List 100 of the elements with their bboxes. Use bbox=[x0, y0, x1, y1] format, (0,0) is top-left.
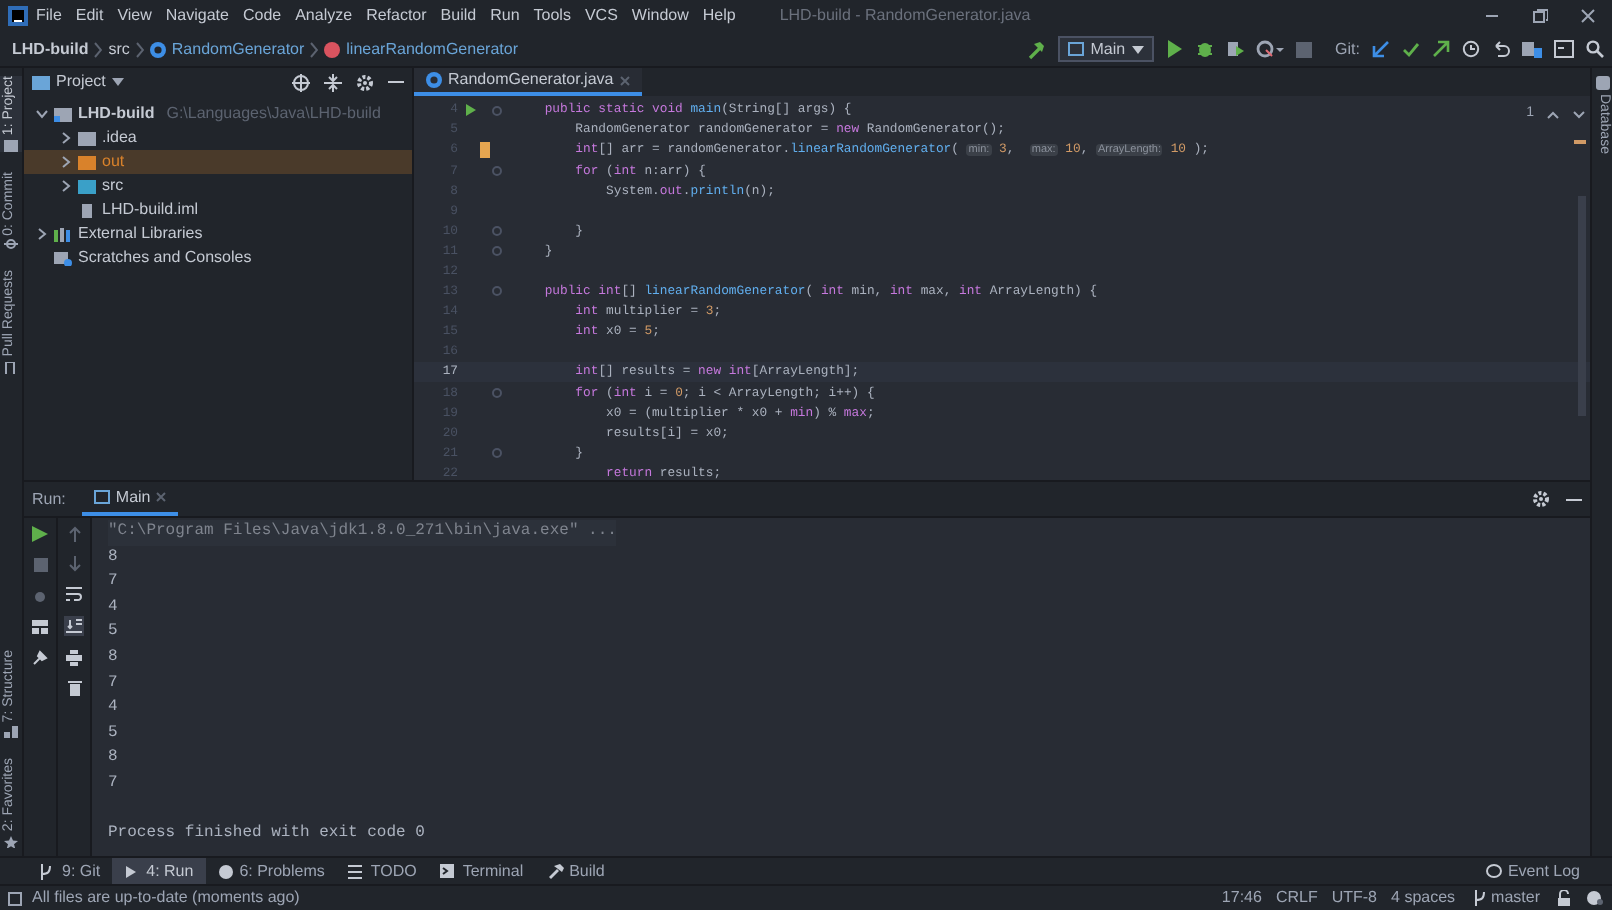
close-icon[interactable] bbox=[1580, 8, 1596, 24]
unlock-icon[interactable] bbox=[1558, 890, 1572, 906]
event-log-tab[interactable]: Event Log bbox=[1507, 859, 1580, 883]
tree-item[interactable]: out bbox=[24, 150, 412, 174]
chevron-icon bbox=[94, 41, 103, 57]
update-arrow-icon[interactable] bbox=[1372, 40, 1390, 58]
menu-item[interactable]: Build bbox=[440, 4, 477, 28]
close-icon[interactable] bbox=[156, 492, 167, 502]
menu-item[interactable]: Refactor bbox=[366, 4, 427, 28]
tool-window-tab[interactable]: 4: Run bbox=[112, 858, 206, 884]
tool-window-tab[interactable]: 6: Problems bbox=[205, 858, 337, 884]
settings-icon[interactable] bbox=[356, 73, 374, 91]
coverage-icon[interactable] bbox=[1225, 40, 1244, 58]
menu-item[interactable]: Run bbox=[490, 4, 520, 28]
status-item[interactable]: UTF-8 bbox=[1331, 886, 1378, 910]
class-icon bbox=[426, 72, 442, 88]
tool-window-tab[interactable]: 9: Git bbox=[28, 858, 113, 884]
pin-icon[interactable] bbox=[32, 650, 48, 666]
change-marker[interactable] bbox=[479, 142, 490, 159]
hammer-icon[interactable] bbox=[1026, 39, 1047, 59]
layout-icon[interactable] bbox=[32, 620, 48, 634]
todo-tool-icon bbox=[348, 863, 365, 879]
branch-icon[interactable] bbox=[1473, 890, 1486, 906]
tree-item[interactable]: .idea bbox=[24, 126, 412, 150]
stop-icon[interactable] bbox=[1295, 41, 1312, 57]
status-item[interactable]: CRLF bbox=[1275, 886, 1318, 910]
editor-tab[interactable]: RandomGenerator.java bbox=[414, 68, 642, 96]
caret-icon bbox=[1131, 45, 1144, 53]
tree-item[interactable]: LHD-build.iml bbox=[24, 198, 412, 222]
stop-icon[interactable] bbox=[33, 558, 47, 572]
inspector-icon[interactable] bbox=[1586, 890, 1604, 906]
tree-item[interactable]: LHD-build G:\Languages\Java\LHD-build bbox=[24, 102, 412, 126]
bug-icon[interactable] bbox=[1195, 40, 1214, 58]
settings-icon[interactable] bbox=[1532, 490, 1550, 508]
undo-icon[interactable] bbox=[1492, 40, 1510, 58]
menu-item[interactable]: VCS bbox=[584, 4, 618, 28]
git-label: Git: bbox=[1335, 37, 1360, 61]
soft-wrap-icon[interactable] bbox=[66, 586, 82, 602]
class-icon bbox=[149, 41, 166, 57]
folder-structure-icon[interactable] bbox=[1522, 40, 1542, 58]
tree-item[interactable]: Scratches and Consoles bbox=[24, 246, 412, 270]
profiler-icon[interactable] bbox=[1255, 40, 1284, 58]
clock-icon[interactable] bbox=[1462, 40, 1480, 58]
tool-window-tab[interactable]: Build bbox=[535, 858, 617, 884]
console-line: 8 bbox=[108, 746, 120, 771]
tree-item[interactable]: src bbox=[24, 174, 412, 198]
path-text: G:\Languages\Java\LHD-build bbox=[166, 102, 381, 126]
window-title: LHD-build - RandomGenerator.java bbox=[779, 4, 1031, 28]
printer-icon[interactable] bbox=[66, 650, 82, 666]
window-icon[interactable] bbox=[1554, 40, 1574, 58]
run-icon[interactable] bbox=[466, 104, 476, 117]
git-tool-icon bbox=[40, 863, 56, 879]
method-icon bbox=[324, 41, 341, 57]
menu-item[interactable]: Edit bbox=[75, 4, 104, 28]
target-icon[interactable] bbox=[292, 73, 310, 91]
search-icon[interactable] bbox=[1586, 40, 1604, 58]
menu-item[interactable]: Analyze bbox=[295, 4, 353, 28]
breadcrumb-item[interactable]: RandomGenerator bbox=[171, 37, 305, 61]
breadcrumb-item[interactable]: src bbox=[108, 37, 130, 61]
checkmark-icon[interactable] bbox=[1402, 40, 1420, 58]
rerun-icon[interactable] bbox=[32, 526, 48, 542]
up-arrow-icon[interactable] bbox=[67, 526, 81, 542]
menu-item[interactable]: File bbox=[36, 4, 62, 28]
breadcrumb-item[interactable]: LHD-build bbox=[12, 37, 89, 61]
console-line: 7 bbox=[108, 771, 120, 796]
tool-window-tab[interactable]: TODO bbox=[336, 858, 429, 884]
status-item[interactable]: 17:46 bbox=[1221, 886, 1262, 910]
status-message: All files are up-to-date (moments ago) bbox=[32, 886, 300, 910]
trash-icon[interactable] bbox=[67, 680, 81, 696]
menu-item[interactable]: Code bbox=[242, 4, 282, 28]
console-line: 8 bbox=[108, 645, 120, 670]
module-folder-icon bbox=[54, 107, 72, 121]
project-view-dropdown[interactable]: Project bbox=[56, 70, 106, 94]
push-arrow-icon[interactable] bbox=[1432, 40, 1450, 58]
menu-item[interactable]: Window bbox=[631, 4, 689, 28]
file-icon bbox=[78, 203, 96, 217]
folder-icon bbox=[32, 75, 50, 89]
square-icon[interactable] bbox=[8, 891, 22, 905]
console-line: 5 bbox=[108, 721, 120, 746]
chevron-icon bbox=[310, 41, 319, 57]
menu-item[interactable]: View bbox=[117, 4, 152, 28]
speech-bubble-icon bbox=[1485, 864, 1502, 878]
restore-icon[interactable] bbox=[1532, 8, 1548, 24]
tool-window-tab[interactable]: Terminal bbox=[428, 858, 536, 884]
down-arrow-icon[interactable] bbox=[67, 556, 81, 572]
menu-item[interactable]: Help bbox=[702, 4, 736, 28]
scroll-to-end-icon[interactable] bbox=[64, 616, 84, 636]
tree-item[interactable]: External Libraries bbox=[24, 222, 412, 246]
git-branch[interactable]: master bbox=[1491, 886, 1540, 910]
menu-item[interactable]: Navigate bbox=[165, 4, 229, 28]
collapse-icon[interactable] bbox=[324, 73, 342, 91]
run-icon[interactable] bbox=[1165, 40, 1184, 58]
console-line: 8 bbox=[108, 545, 120, 570]
caret-icon[interactable] bbox=[111, 78, 124, 86]
menu-item[interactable]: Tools bbox=[533, 4, 571, 28]
run-configuration-dropdown[interactable]: Main bbox=[1058, 36, 1154, 62]
console-line: 5 bbox=[108, 620, 120, 645]
problems-tool-icon bbox=[217, 863, 234, 879]
status-item[interactable]: 4 spaces bbox=[1391, 886, 1456, 910]
breadcrumb-item[interactable]: linearRandomGenerator bbox=[346, 37, 518, 61]
